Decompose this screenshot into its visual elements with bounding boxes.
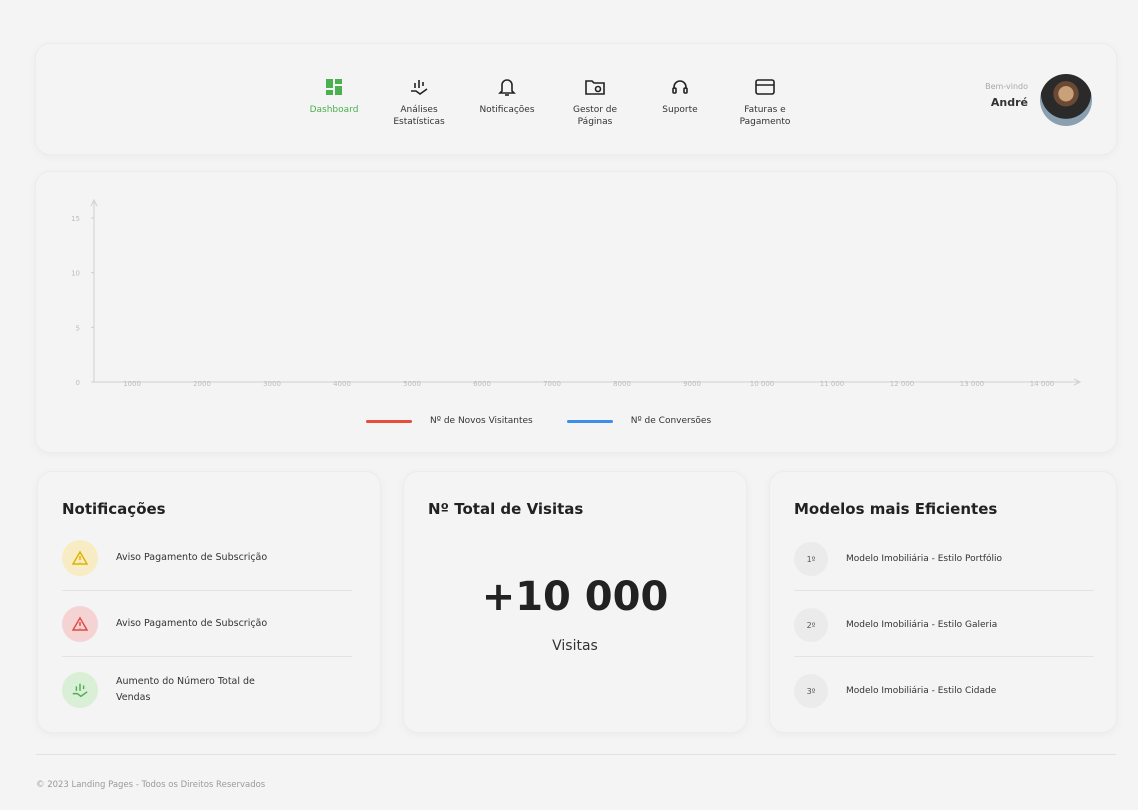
x-tick-label: 4000 — [333, 380, 351, 388]
main-nav: Dashboard Análises Estatísticas Notifica… — [294, 68, 810, 132]
top-navbar: Dashboard Análises Estatísticas Notifica… — [36, 44, 1116, 154]
nav-item-suporte[interactable]: Suporte — [640, 68, 720, 132]
footer-divider — [36, 754, 1116, 755]
legend-item-visitors[interactable]: Nº de Novos Visitantes — [366, 416, 533, 426]
divider — [794, 590, 1094, 591]
dashboard-icon — [323, 76, 345, 98]
nav-item-gestor-de-paginas[interactable]: Gestor de Páginas — [550, 68, 640, 132]
card-title: Nº Total de Visitas — [428, 500, 584, 518]
total-visits-card: Nº Total de Visitas +10 000 Visitas — [404, 472, 746, 732]
visits-count: +10 000 — [481, 574, 669, 620]
notifications-card: Notificações Aviso Pagamento de Subscriç… — [38, 472, 380, 732]
bell-icon — [496, 76, 518, 98]
x-tick-label: 10 000 — [750, 380, 775, 388]
model-item[interactable]: 3º Modelo Imobiliária - Estilo Cidade — [794, 674, 1094, 708]
chart-legend: Nº de Novos Visitantes Nº de Conversões — [366, 416, 745, 426]
notification-text: Aviso Pagamento de Subscrição — [116, 618, 268, 629]
divider — [62, 590, 352, 591]
x-tick-label: 3000 — [263, 380, 281, 388]
nav-label: Dashboard — [309, 105, 359, 115]
headset-icon — [669, 76, 691, 98]
nav-item-faturas-e-pagamento[interactable]: Faturas e Pagamento — [720, 68, 810, 132]
notification-item[interactable]: Aviso Pagamento de Subscrição — [62, 540, 352, 576]
legend-label: Nº de Novos Visitantes — [430, 416, 533, 426]
card-title: Notificações — [62, 500, 166, 518]
footer-copyright: © 2023 Landing Pages - Todos os Direitos… — [36, 780, 266, 790]
nav-label: Faturas e Pagamento — [739, 105, 791, 127]
x-tick-label: 1000 — [123, 380, 141, 388]
nav-item-dashboard[interactable]: Dashboard — [294, 68, 374, 132]
chart-card: 0 5 10 15 1000 2000 3000 4000 5000 6000 7000 8000 90… — [36, 172, 1116, 452]
rank-badge: 3º — [794, 674, 828, 708]
x-tick-label: 8000 — [613, 380, 631, 388]
legend-item-conversions[interactable]: Nº de Conversões — [566, 416, 712, 426]
line-chart: 0 5 10 15 1000 2000 3000 4000 5000 6000 7000 8000 90… — [71, 198, 1082, 388]
x-tick-label: 2000 — [193, 380, 211, 388]
x-tick-label: 9000 — [683, 380, 701, 388]
legend-label: Nº de Conversões — [630, 416, 712, 426]
legend-swatch-visitors — [366, 419, 412, 423]
welcome-text: Bem-vindo — [985, 82, 1028, 91]
model-item[interactable]: 1º Modelo Imobiliária - Estilo Portfólio — [794, 542, 1094, 576]
y-tick-label: 10 — [71, 270, 80, 278]
visits-unit: Visitas — [552, 638, 598, 654]
warning-icon — [62, 606, 98, 642]
card-title: Modelos mais Eficientes — [794, 500, 998, 518]
user-greeting: Bem-vindo André — [985, 82, 1028, 109]
nav-item-notificacoes[interactable]: Notificações — [464, 68, 550, 132]
model-name: Modelo Imobiliária - Estilo Galeria — [846, 620, 998, 630]
avatar[interactable] — [1040, 74, 1092, 126]
x-tick-label: 5000 — [403, 380, 421, 388]
model-item[interactable]: 2º Modelo Imobiliária - Estilo Galeria — [794, 608, 1094, 642]
x-tick-label: 13 000 — [960, 380, 985, 388]
nav-item-analises-estatisticas[interactable]: Análises Estatísticas — [374, 68, 464, 132]
nav-label: Análises Estatísticas — [393, 105, 445, 127]
credit-card-icon — [754, 76, 776, 98]
user-name: André — [990, 96, 1028, 109]
y-tick-label: 0 — [76, 379, 80, 387]
x-tick-label: 14 000 — [1030, 380, 1055, 388]
x-tick-label: 7000 — [543, 380, 561, 388]
folder-gear-icon — [584, 76, 606, 98]
model-name: Modelo Imobiliária - Estilo Portfólio — [846, 554, 1003, 564]
chart-hand-icon — [408, 76, 430, 98]
y-tick-label: 5 — [76, 324, 80, 332]
rank-badge: 2º — [794, 608, 828, 642]
nav-label: Suporte — [662, 105, 698, 115]
divider — [62, 656, 352, 657]
nav-label: Gestor de Páginas — [572, 105, 618, 127]
legend-swatch-conversions — [566, 419, 613, 423]
y-tick-label: 15 — [71, 215, 80, 223]
rank-badge: 1º — [794, 542, 828, 576]
notification-text: Aumento do Número Total de Vendas — [116, 676, 255, 703]
x-tick-label: 11 000 — [820, 380, 845, 388]
x-tick-label: 12 000 — [890, 380, 915, 388]
x-tick-label: 6000 — [473, 380, 491, 388]
model-name: Modelo Imobiliária - Estilo Cidade — [846, 686, 997, 696]
notification-text: Aviso Pagamento de Subscrição — [116, 552, 268, 563]
nav-label: Notificações — [479, 105, 535, 115]
notification-item[interactable]: Aviso Pagamento de Subscrição — [62, 606, 352, 642]
warning-icon — [62, 540, 98, 576]
notification-item[interactable]: Aumento do Número Total de Vendas — [62, 672, 352, 708]
growth-icon — [62, 672, 98, 708]
top-models-card: Modelos mais Eficientes 1º Modelo Imobil… — [770, 472, 1116, 732]
divider — [794, 656, 1094, 657]
